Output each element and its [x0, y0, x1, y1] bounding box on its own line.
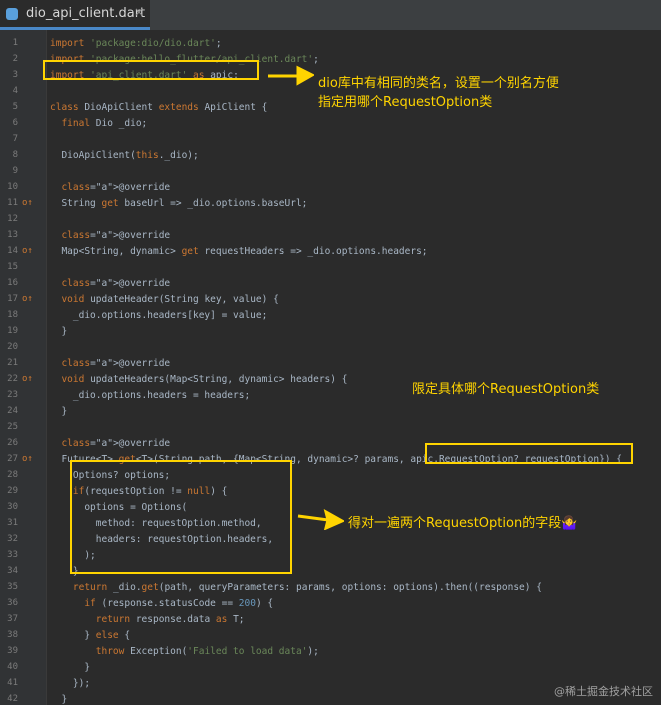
line-number: 29 [7, 486, 18, 496]
code-line[interactable]: void updateHeader(String key, value) { [50, 294, 278, 305]
annotation-line: 指定用哪个RequestOption类 [318, 95, 493, 110]
line-number: 36 [7, 598, 18, 608]
line-number: 25 [7, 422, 18, 432]
line-number: 37 [7, 614, 18, 624]
line-number: 6 [12, 118, 18, 128]
code-line[interactable]: class="a">@override [50, 438, 170, 449]
line-number: 4 [12, 86, 18, 96]
line-number: 14 [7, 246, 18, 256]
code-line[interactable]: class="a">@override [50, 358, 170, 369]
line-number: 32 [7, 534, 18, 544]
line-number: 7 [12, 134, 18, 144]
code-line[interactable]: final Dio _dio; [50, 118, 147, 129]
line-number: 35 [7, 582, 18, 592]
line-number: 34 [7, 566, 18, 576]
annotation-fields: 得对一遍两个RequestOption的字段🤷‍♀️ [348, 516, 578, 531]
code-line[interactable]: class="a">@override [50, 182, 170, 193]
line-number: 12 [7, 214, 18, 224]
highlight-box-import-alias [43, 60, 259, 80]
line-number: 15 [7, 262, 18, 272]
line-number: 33 [7, 550, 18, 560]
line-number: 11 [7, 198, 18, 208]
override-marker-icon[interactable]: o↑ [22, 198, 33, 208]
code-line[interactable]: String get baseUrl => _dio.options.baseU… [50, 198, 307, 209]
line-number: 9 [12, 166, 18, 176]
arrow-icon [268, 65, 314, 86]
code-line[interactable]: throw Exception('Failed to load data'); [50, 646, 319, 657]
code-line[interactable]: void updateHeaders(Map<String, dynamic> … [50, 374, 347, 385]
code-line[interactable]: import 'package:dio/dio.dart'; [50, 38, 222, 49]
editor-tab-bar: dio_api_client.dart × [0, 0, 661, 30]
highlight-box-request-option-param [425, 443, 633, 464]
code-line[interactable]: } [50, 326, 67, 337]
code-line[interactable]: if (response.statusCode == 200) { [50, 598, 273, 609]
code-line[interactable]: return _dio.get(path, queryParameters: p… [50, 582, 542, 593]
line-number: 8 [12, 150, 18, 160]
code-line[interactable]: } [50, 406, 67, 417]
annotation-alias: dio库中有相同的类名，设置一个别名方便 指定用哪个RequestOption类 [318, 74, 559, 112]
code-line[interactable]: class="a">@override [50, 230, 170, 241]
annotation-qualify: 限定具体哪个RequestOption类 [412, 382, 600, 397]
code-line[interactable]: Map<String, dynamic> get requestHeaders … [50, 246, 427, 257]
watermark: @稀土掘金技术社区 [554, 685, 653, 698]
code-line[interactable]: } [50, 694, 67, 705]
override-marker-icon[interactable]: o↑ [22, 294, 33, 304]
line-number: 26 [7, 438, 18, 448]
line-number: 23 [7, 390, 18, 400]
code-line[interactable]: } [50, 662, 90, 673]
code-line[interactable]: _dio.options.headers[key] = value; [50, 310, 267, 321]
line-number: 24 [7, 406, 18, 416]
line-number: 41 [7, 678, 18, 688]
line-number: 17 [7, 294, 18, 304]
line-number: 27 [7, 454, 18, 464]
line-number: 30 [7, 502, 18, 512]
line-number: 42 [7, 694, 18, 704]
line-number: 39 [7, 646, 18, 656]
line-gutter: 1 2 3 4 5 6 7 8 9 10 11 o↑ 12 13 14 o↑ 15 16 17 o↑ 18 19 20 21 2… [0, 30, 47, 705]
close-icon[interactable]: × [134, 5, 144, 19]
code-line[interactable]: _dio.options.headers = headers; [50, 390, 250, 401]
line-number: 28 [7, 470, 18, 480]
code-line[interactable]: return response.data as T; [50, 614, 245, 625]
line-number: 10 [7, 182, 18, 192]
line-number: 18 [7, 310, 18, 320]
line-number: 21 [7, 358, 18, 368]
highlight-box-options-block [70, 460, 292, 574]
line-number: 2 [12, 54, 18, 64]
annotation-line: dio库中有相同的类名，设置一个别名方便 [318, 76, 559, 91]
override-marker-icon[interactable]: o↑ [22, 374, 33, 384]
dart-file-icon [6, 8, 18, 20]
code-line[interactable]: } else { [50, 630, 130, 641]
line-number: 40 [7, 662, 18, 672]
code-line[interactable]: class DioApiClient extends ApiClient { [50, 102, 267, 113]
arrow-icon [297, 508, 344, 530]
line-number: 22 [7, 374, 18, 384]
override-marker-icon[interactable]: o↑ [22, 454, 33, 464]
file-tab-label: dio_api_client.dart [26, 6, 146, 21]
line-number: 16 [7, 278, 18, 288]
code-line[interactable]: DioApiClient(this._dio); [50, 150, 198, 161]
line-number: 3 [12, 70, 18, 80]
line-number: 38 [7, 630, 18, 640]
line-number: 1 [12, 38, 18, 48]
line-number: 5 [12, 102, 18, 112]
file-tab[interactable]: dio_api_client.dart × [0, 0, 150, 30]
line-number: 20 [7, 342, 18, 352]
line-number: 19 [7, 326, 18, 336]
line-number: 13 [7, 230, 18, 240]
code-line[interactable]: class="a">@override [50, 278, 170, 289]
code-line[interactable]: }); [50, 678, 90, 689]
line-number: 31 [7, 518, 18, 528]
override-marker-icon[interactable]: o↑ [22, 246, 33, 256]
